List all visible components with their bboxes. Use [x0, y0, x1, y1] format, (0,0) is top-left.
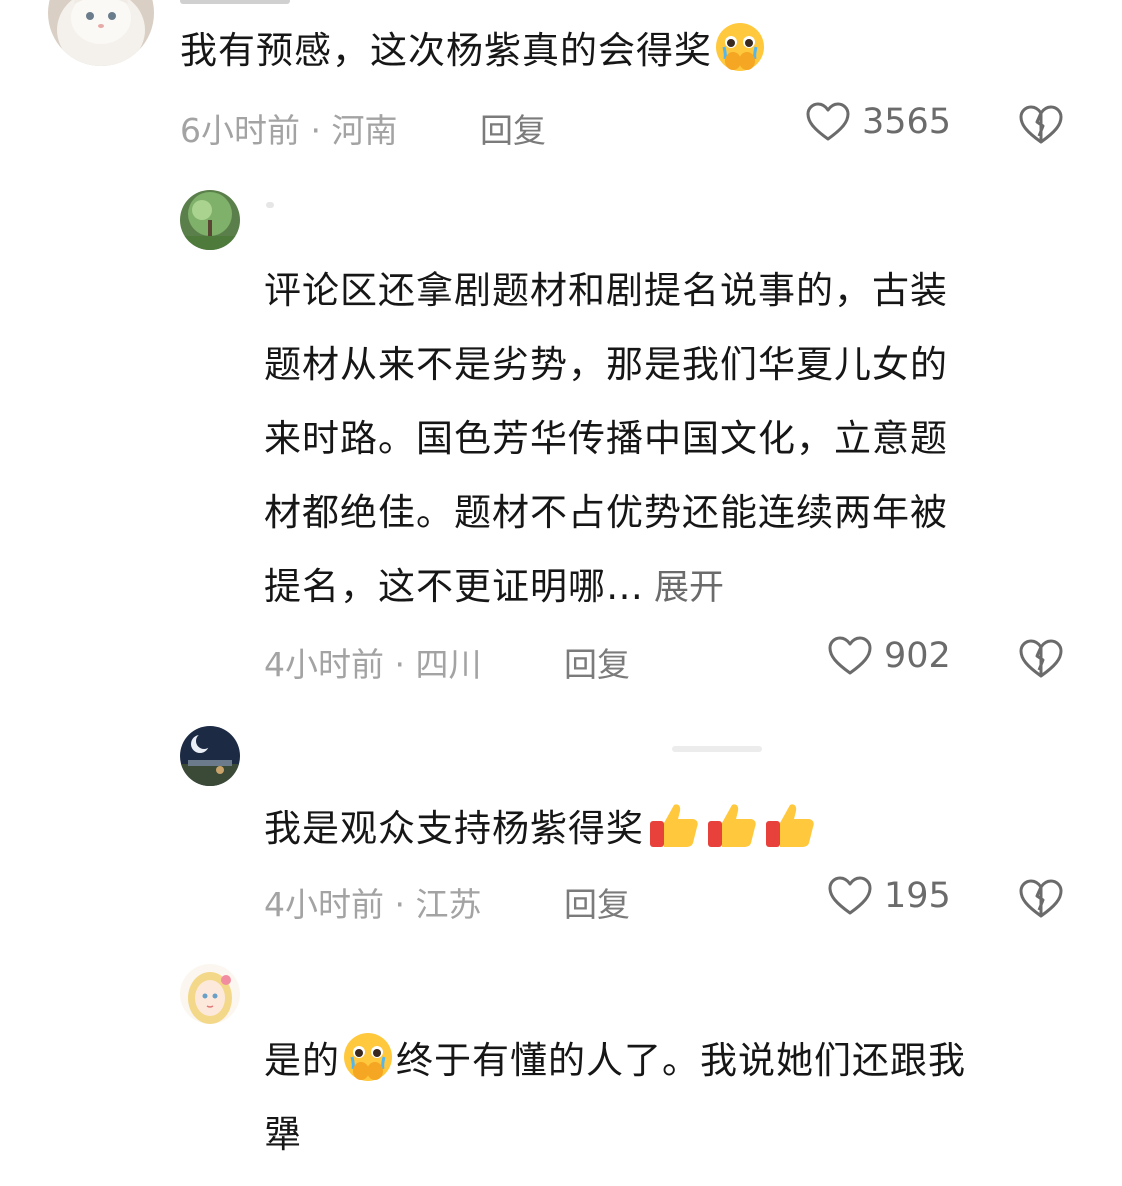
like-button[interactable]: 3565: [806, 102, 951, 142]
heart-icon: [828, 876, 872, 915]
comment-time: 6小时前: [180, 111, 300, 150]
broken-heart-icon: [1019, 879, 1063, 918]
comment-item: 是的 终于有懂的人了。我说她们还跟我 犟: [0, 960, 1122, 1186]
broken-heart-icon: [1019, 639, 1063, 678]
comment-text-line: 题材从来不是劣势，那是我们华夏儿女的: [264, 343, 948, 386]
broken-heart-icon: [1019, 105, 1063, 144]
covering-mouth-crying-emoji-icon: [714, 21, 766, 73]
like-count: 902: [884, 636, 951, 676]
comment-text: 评论区还拿剧题材和剧提名说事的，古装 题材从来不是劣势，那是我们华夏儿女的 来时…: [264, 254, 948, 624]
comment-text-line: 是的 终于有懂的人了。我说她们还跟我: [264, 1024, 966, 1098]
comment-meta: 4小时前 · 江苏: [264, 878, 481, 926]
comment-text: 我是观众支持杨紫得奖: [264, 792, 818, 866]
comment-text-line: 评论区还拿剧题材和剧提名说事的，古装: [264, 269, 948, 312]
comment-meta: 6小时前 · 河南: [180, 104, 397, 152]
like-count: 3565: [862, 102, 952, 142]
like-button[interactable]: 902: [828, 636, 951, 676]
thumbs-up-emoji-icon: [762, 797, 818, 853]
heart-icon: [828, 636, 872, 675]
comment-text: 我有预感，这次杨紫真的会得奖: [180, 14, 768, 88]
comment-text-line: 材都绝佳。题材不占优势还能连续两年被: [264, 491, 948, 534]
thumbs-up-emoji-icon: [646, 797, 702, 853]
heart-icon: [806, 102, 850, 141]
reply-button[interactable]: 回复: [564, 638, 630, 686]
dislike-button[interactable]: [1018, 878, 1064, 924]
comment-text-line: 来时路。国色芳华传播中国文化，立意题: [264, 417, 948, 460]
reply-button[interactable]: 回复: [480, 104, 546, 152]
covering-mouth-crying-emoji-icon: [342, 1031, 394, 1083]
comment-text-line: 犟: [264, 1113, 302, 1156]
thumbs-up-emoji-icon: [704, 797, 760, 853]
comment-item: 评论区还拿剧题材和剧提名说事的，古装 题材从来不是劣势，那是我们华夏儿女的 来时…: [0, 180, 1122, 700]
comment-item: 我有预感，这次杨紫真的会得奖 6小时前 · 河南 回复 3565: [0, 0, 1122, 160]
comment-time: 4小时前: [264, 885, 384, 924]
username[interactable]: [180, 0, 290, 4]
dislike-button[interactable]: [1018, 104, 1064, 150]
comment-time: 4小时前: [264, 645, 384, 684]
dislike-button[interactable]: [1018, 638, 1064, 684]
meta-separator: ·: [384, 885, 416, 924]
avatar[interactable]: [180, 964, 240, 1024]
like-button[interactable]: 195: [828, 876, 951, 916]
comment-text-line: 提名，这不更证明哪… 展开: [264, 565, 725, 608]
like-count: 195: [884, 876, 951, 916]
meta-separator: ·: [300, 111, 332, 150]
avatar[interactable]: [180, 190, 240, 250]
avatar[interactable]: [180, 726, 240, 786]
username[interactable]: [266, 202, 274, 208]
comment-location: 江苏: [415, 885, 482, 924]
comment-item: 我是观众支持杨紫得奖 4小时前 · 江苏 回复 195: [0, 720, 1122, 940]
comment-text-line: 我有预感，这次杨紫真的会得奖: [180, 29, 712, 72]
comment-text-line: 我是观众支持杨紫得奖: [264, 807, 644, 850]
reply-button[interactable]: 回复: [564, 878, 630, 926]
comment-meta: 4小时前 · 四川: [264, 638, 481, 686]
expand-button[interactable]: 展开: [654, 568, 724, 608]
comment-location: 河南: [331, 111, 398, 150]
username[interactable]: [672, 746, 762, 752]
avatar[interactable]: [48, 0, 154, 66]
meta-separator: ·: [384, 645, 416, 684]
comment-location: 四川: [415, 645, 482, 684]
comment-text: 是的 终于有懂的人了。我说她们还跟我 犟: [264, 1024, 966, 1172]
